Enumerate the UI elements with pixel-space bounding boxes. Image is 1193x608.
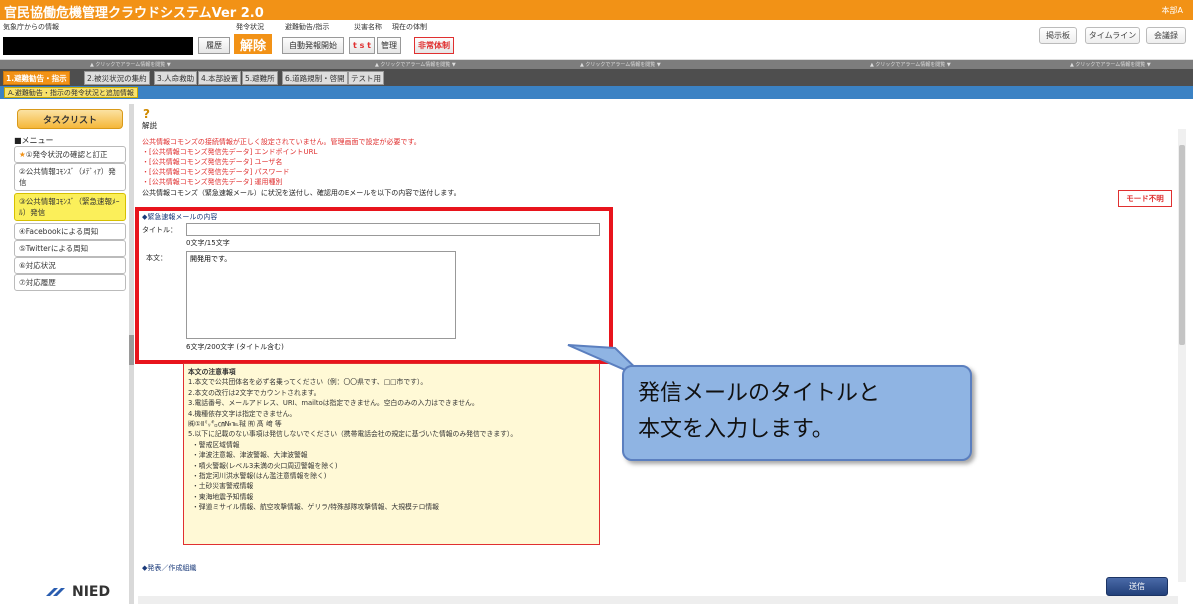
send-button[interactable]: 送信 [1106, 577, 1168, 596]
tab-test[interactable]: テスト用 [348, 71, 384, 85]
system-label: 現在の体制 [392, 23, 427, 31]
menu-item-label: ①発令状況の確認と訂正 [25, 150, 108, 159]
auto-issue-button[interactable]: 自動発報開始 [282, 37, 344, 54]
note-line: ・津波注意報、津波警報、大津波警報 [192, 451, 308, 460]
warning-text: ・[公共情報コモンズ発信先データ] パスワード [142, 168, 290, 176]
nied-logo: NIED [46, 584, 110, 600]
menu-item-facebook[interactable]: ④Facebookによる周知 [14, 223, 126, 240]
org-section-title: ◆発表／作成組織 [142, 564, 197, 572]
alarm-item[interactable]: ▲ クリックでアラーム情報を閲覧 ▼ [375, 61, 456, 68]
help-icon[interactable]: ? [143, 107, 150, 121]
note-line: ・弾道ミサイル情報、航空攻撃情報、ゲリラ/特殊部隊攻撃情報、大規模テロ情報 [192, 503, 439, 512]
star-icon: ★ [19, 150, 26, 159]
warning-text: ・[公共情報コモンズ発信先データ] 運用種別 [142, 178, 283, 186]
main-scrollbar-thumb[interactable] [1179, 145, 1185, 345]
note-line: ・土砂災害警戒情報 [192, 482, 254, 491]
subtab-bar [0, 86, 1193, 99]
alarm-item[interactable]: ▲ クリックでアラーム情報を閲覧 ▼ [1070, 61, 1151, 68]
status-label: 発令状況 [236, 23, 264, 31]
tab-shelter[interactable]: 5.避難所 [242, 71, 278, 85]
alarm-item[interactable]: ▲ クリックでアラーム情報を閲覧 ▼ [90, 61, 171, 68]
tasklist-button[interactable]: タスクリスト [17, 109, 123, 129]
warning-text: 公共情報コモンズの接続情報が正しく設定されていません。管理画面で設定が必要です。 [142, 138, 421, 146]
evac-label: 避難勧告/指示 [285, 23, 330, 31]
callout-line: 発信メールのタイトルと [638, 381, 881, 406]
menu-item-response-history[interactable]: ⑦対応履歴 [14, 274, 126, 291]
note-line: ・指定河川洪水警報(はん濫注意情報を除く) [192, 472, 327, 481]
menu-item-commons-media[interactable]: ②公共情報ｺﾓﾝｽﾞ（ﾒﾃﾞｨｱ）発信 [14, 163, 126, 191]
disaster-name: t s t [349, 37, 375, 54]
user-label: 本部A [1161, 6, 1183, 15]
tab-damage[interactable]: 2.被災状況の集約 [84, 71, 150, 85]
note-line: 1.本文で公共団体名を必ず名乗ってください（例：〇〇県です、□□市です）。 [188, 378, 428, 387]
tab-road[interactable]: 6.道路規制・啓開 [282, 71, 348, 85]
highlight-frame [135, 207, 613, 364]
subtab-evacuation-status[interactable]: A.避難勧告・指示の発令状況と追加情報 [4, 87, 138, 98]
menu-item-confirm[interactable]: ★①発令状況の確認と訂正 [14, 146, 126, 163]
nied-logo-text: NIED [72, 584, 111, 600]
warning-text: ・[公共情報コモンズ発信先データ] ユーザ名 [142, 158, 283, 166]
app-title: 官民協働危機管理クラウドシステムVer 2.0 [4, 6, 264, 21]
alarm-item[interactable]: ▲ クリックでアラーム情報を閲覧 ▼ [580, 61, 661, 68]
menu-item-twitter[interactable]: ⑤Twitterによる周知 [14, 240, 126, 257]
note-line: ・東海地震予知情報 [192, 492, 254, 501]
board-button[interactable]: 掲示板 [1039, 27, 1077, 44]
alarm-item[interactable]: ▲ クリックでアラーム情報を閲覧 ▼ [870, 61, 951, 68]
callout-balloon: 発信メールのタイトルと 本文を入力します。 [622, 365, 972, 461]
note-line: 4.機種依存文字は指定できません。 [188, 409, 297, 418]
note-line: 2.本文の改行は2文字でカウントされます。 [188, 388, 321, 397]
timeline-button[interactable]: タイムライン [1085, 27, 1140, 44]
horizontal-scrollbar[interactable] [138, 596, 1178, 604]
splitter-handle[interactable] [129, 335, 134, 365]
agency-info-box [3, 37, 193, 55]
manage-button[interactable]: 管理 [377, 37, 401, 54]
meeting-button[interactable]: 会議録 [1146, 27, 1186, 44]
disaster-label: 災害名称 [354, 23, 382, 31]
notes-box: 本文の注意事項 1.本文で公共団体名を必ず名乗ってください（例：〇〇県です、□□… [183, 363, 600, 545]
tab-evacuation[interactable]: 1.避難勧告・指示 [3, 71, 70, 85]
tab-hq[interactable]: 4.本部設置 [198, 71, 242, 85]
help-label: 解説 [142, 121, 157, 130]
tab-rescue[interactable]: 3.人命救助 [154, 71, 198, 85]
system-value: 非常体制 [414, 37, 454, 54]
menu-item-commons-mail[interactable]: ③公共情報ｺﾓﾝｽﾞ（緊急速報ﾒｰﾙ）発信 [14, 193, 126, 221]
note-line: ㈱①Ⅱ㍉㌔㎝№℡㍻ ㈲ 髙 﨑 等 [188, 420, 282, 429]
menu-label: ■メニュー [14, 136, 54, 145]
note-line: ・警戒区域情報 [192, 440, 240, 449]
warning-text: ・[公共情報コモンズ発信先データ] エンドポイントURL [142, 148, 318, 156]
note-line: ・噴火警報(レベル3未満の火口周辺警報を除く) [192, 461, 338, 470]
note-line: 3.電話番号、メールアドレス、URI、mailtoは指定できません。空白のみの入… [188, 399, 479, 408]
nied-logo-icon [46, 588, 65, 596]
history-button[interactable]: 履歴 [198, 37, 230, 54]
note-line: 5.以下に記載のない事項は発信しないでください（携帯電話会社の規定に基づいた情報… [188, 430, 518, 439]
agency-label: 気象庁からの情報 [3, 23, 59, 31]
menu-item-response-status[interactable]: ⑥対応状況 [14, 257, 126, 274]
notes-heading: 本文の注意事項 [188, 368, 236, 376]
callout-line: 本文を入力します。 [638, 417, 834, 442]
status-value: 解除 [234, 34, 272, 54]
mode-button[interactable]: モード不明 [1118, 190, 1172, 207]
send-note: 公共情報コモンズ（緊急速報メール）に状況を送付し、確認用のEメールを以下の内容で… [142, 189, 461, 197]
